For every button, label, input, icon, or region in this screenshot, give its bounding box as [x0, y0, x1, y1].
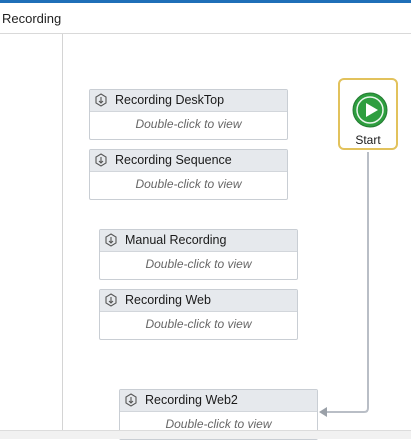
sequence-icon: [105, 233, 117, 247]
play-icon: [352, 92, 388, 128]
activity-manual-recording[interactable]: Manual Recording Double-click to view: [99, 229, 298, 280]
activity-header: Recording DeskTop: [90, 90, 287, 112]
connector-arrowhead-icon: [319, 407, 327, 417]
activity-title: Recording Web2: [145, 393, 238, 407]
activity-header: Manual Recording: [100, 230, 297, 252]
activity-header: Recording Web2: [120, 390, 317, 412]
activity-recording-sequence[interactable]: Recording Sequence Double-click to view: [89, 149, 288, 200]
activity-body[interactable]: Double-click to view: [100, 251, 297, 280]
activity-body[interactable]: Double-click to view: [90, 171, 287, 200]
start-node[interactable]: Start: [338, 78, 398, 150]
activity-hint: Double-click to view: [165, 417, 272, 431]
breadcrumb: Recording: [0, 3, 411, 34]
activity-hint: Double-click to view: [135, 117, 242, 131]
activity-recording-desktop[interactable]: Recording DeskTop Double-click to view: [89, 89, 288, 140]
activity-title: Recording Web: [125, 293, 211, 307]
breadcrumb-item-recording[interactable]: Recording: [2, 11, 61, 26]
activity-hint: Double-click to view: [145, 257, 252, 271]
start-label: Start: [355, 133, 381, 147]
activity-hint: Double-click to view: [145, 317, 252, 331]
activity-title: Recording Sequence: [115, 153, 232, 167]
sequence-icon: [95, 93, 107, 107]
activity-title: Recording DeskTop: [115, 93, 225, 107]
workflow-canvas[interactable]: Recording DeskTop Double-click to view R…: [0, 34, 411, 440]
activity-hint: Double-click to view: [135, 177, 242, 191]
sequence-icon: [95, 153, 107, 167]
activity-header: Recording Sequence: [90, 150, 287, 172]
canvas-divider: [62, 34, 63, 438]
sequence-icon: [105, 293, 117, 307]
sequence-icon: [125, 393, 137, 407]
activity-title: Manual Recording: [125, 233, 227, 247]
activity-recording-web[interactable]: Recording Web Double-click to view: [99, 289, 298, 340]
activity-header: Recording Web: [100, 290, 297, 312]
activity-body[interactable]: Double-click to view: [90, 111, 287, 140]
activity-body[interactable]: Double-click to view: [100, 311, 297, 340]
